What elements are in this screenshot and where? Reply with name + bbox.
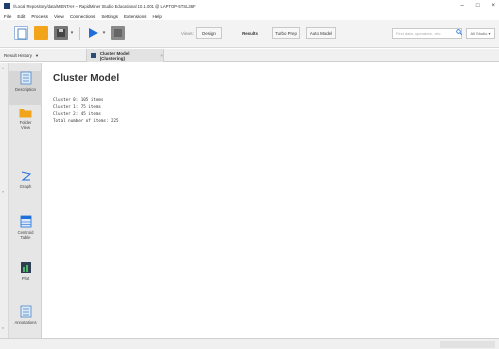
tab-cluster-model[interactable]: Cluster Model (Clustering) ×	[86, 49, 164, 62]
status-field	[440, 341, 495, 348]
result-tab-bar: Result History ▼ Cluster Model (Clusteri…	[0, 49, 499, 62]
page-title: Cluster Model	[53, 73, 120, 84]
run-icon[interactable]	[86, 26, 100, 40]
view-tab-results[interactable]: Results	[236, 27, 264, 39]
table-icon	[20, 215, 31, 228]
sidebar-label: Annotations	[14, 320, 37, 325]
result-content-area: Cluster Model Cluster 0: 105 items Clust…	[43, 63, 499, 338]
plot-icon	[20, 262, 31, 273]
result-history-label: Result History	[4, 53, 33, 58]
cluster-output-line: Cluster 0: 105 items	[53, 97, 104, 102]
window-controls: – □ ×	[461, 0, 495, 12]
sidebar-item-plot[interactable]: Plot	[9, 261, 42, 293]
sidebar-item-graph[interactable]: Graph	[9, 170, 42, 204]
cluster-output-line: Cluster 2: 45 items	[53, 111, 101, 116]
sidebar-label: Folder View	[19, 120, 32, 130]
view-tab-design[interactable]: Design	[196, 27, 222, 39]
menu-help[interactable]: Help	[152, 14, 161, 19]
view-tab-turbo-prep[interactable]: Turbo Prep	[272, 27, 300, 39]
sidebar-label: Plot	[21, 276, 30, 281]
result-view-sidebar: Description Folder View Graph Centroid T…	[9, 63, 42, 338]
menu-process[interactable]: Process	[31, 14, 48, 19]
save-dropdown-icon[interactable]: ▾	[69, 29, 75, 37]
views-label: Views:	[181, 31, 194, 36]
collapse-down-icon[interactable]: v	[2, 325, 4, 330]
menu-extensions[interactable]: Extensions	[124, 14, 146, 19]
sidebar-item-description[interactable]: Description	[9, 71, 42, 105]
window-title: //Local Repository/data/MENTAH – RapidMi…	[13, 3, 196, 9]
menu-edit[interactable]: Edit	[17, 14, 25, 19]
cluster-output-line: Total number of items: 225	[53, 118, 119, 123]
description-icon	[20, 71, 31, 85]
title-bar: //Local Repository/data/MENTAH – RapidMi…	[0, 0, 499, 12]
sidebar-label: Centroid Table	[17, 230, 34, 240]
run-dropdown-icon[interactable]: ▾	[101, 29, 107, 37]
save-icon[interactable]	[54, 26, 68, 40]
minimize-button[interactable]: –	[461, 3, 464, 9]
open-folder-icon[interactable]	[34, 26, 48, 40]
graph-icon	[21, 171, 31, 181]
close-button[interactable]: ×	[491, 3, 495, 9]
sidebar-item-centroid-table[interactable]: Centroid Table	[9, 215, 42, 255]
annotations-icon	[20, 305, 31, 318]
tab-result-history[interactable]: Result History ▼	[4, 49, 39, 62]
menu-file[interactable]: File	[4, 14, 11, 19]
menu-view[interactable]: View	[54, 14, 64, 19]
search-icon[interactable]	[456, 29, 462, 35]
view-tab-auto-model[interactable]: Auto Model	[306, 27, 336, 39]
strip-marker-icon: »	[2, 189, 5, 194]
cluster-tab-label: Cluster Model (Clustering)	[99, 50, 130, 61]
toolbar-divider	[79, 27, 80, 40]
collapse-up-icon[interactable]: ^	[2, 66, 4, 71]
stop-icon[interactable]	[111, 26, 125, 40]
search-input[interactable]: Find data, operators...etc	[392, 28, 462, 39]
folder-icon	[19, 109, 32, 118]
status-bar	[0, 338, 499, 349]
sidebar-item-folder-view[interactable]: Folder View	[9, 107, 42, 147]
chevron-down-icon[interactable]: ▼	[35, 53, 39, 58]
studio-scope-dropdown[interactable]: All Studio ▾	[466, 28, 495, 39]
menu-connections[interactable]: Connections	[70, 14, 96, 19]
sidebar-item-annotations[interactable]: Annotations	[9, 305, 42, 337]
toolbar: ▾ ▾ Views: Design Results Turbo Prep Aut…	[0, 20, 499, 48]
new-process-icon[interactable]	[14, 26, 28, 40]
menu-bar: File Edit Process View Connections Setti…	[0, 12, 499, 20]
maximize-button[interactable]: □	[476, 3, 480, 9]
sidebar-label: Graph	[19, 184, 32, 189]
left-collapse-strip[interactable]: ^ » v	[0, 63, 9, 338]
menu-settings[interactable]: Settings	[101, 14, 118, 19]
close-tab-icon[interactable]: ×	[160, 53, 163, 58]
cluster-output-line: Cluster 1: 75 items	[53, 104, 101, 109]
cluster-model-icon	[91, 53, 96, 58]
sidebar-label: Description	[15, 87, 36, 92]
app-icon	[4, 3, 10, 9]
